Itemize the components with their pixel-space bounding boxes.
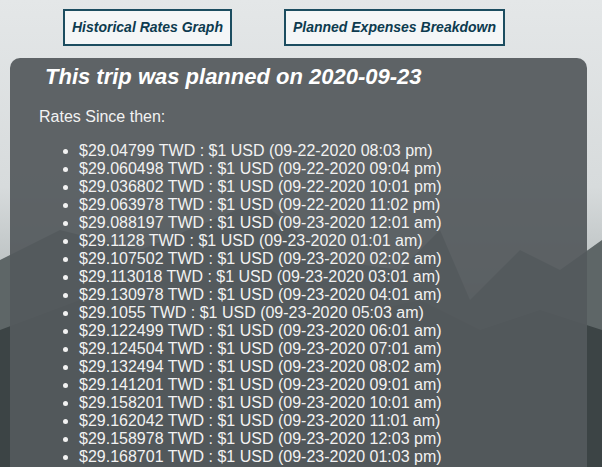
rate-item: $29.1128 TWD : $1 USD (09-23-2020 01:01 … [79,232,577,250]
rate-item: $29.141201 TWD : $1 USD (09-23-2020 09:0… [79,376,577,394]
rate-item: $29.036802 TWD : $1 USD (09-22-2020 10:0… [79,178,577,196]
rate-item: $29.162042 TWD : $1 USD (09-23-2020 11:0… [79,412,577,430]
rate-item: $29.132494 TWD : $1 USD (09-23-2020 08:0… [79,358,577,376]
card-title: This trip was planned on 2020-09-23 [45,63,577,91]
rate-item: $29.124504 TWD : $1 USD (09-23-2020 07:0… [79,340,577,358]
rate-item: $29.088197 TWD : $1 USD (09-23-2020 12:0… [79,214,577,232]
rate-item: $29.158201 TWD : $1 USD (09-23-2020 10:0… [79,394,577,412]
trip-card: This trip was planned on 2020-09-23 Rates… [10,58,587,467]
rate-item: $29.168701 TWD : $1 USD (09-23-2020 01:0… [79,448,577,466]
rate-item: $29.113018 TWD : $1 USD (09-23-2020 03:0… [79,268,577,286]
rate-item: $29.107502 TWD : $1 USD (09-23-2020 02:0… [79,250,577,268]
rates-label: Rates Since then: [39,108,577,126]
rate-item: $29.158978 TWD : $1 USD (09-23-2020 12:0… [79,430,577,448]
rate-item: $29.1055 TWD : $1 USD (09-23-2020 05:03 … [79,304,577,322]
rates-list: $29.04799 TWD : $1 USD (09-22-2020 08:03… [39,142,577,466]
planned-expenses-button[interactable]: Planned Expenses Breakdown [284,9,505,46]
rate-item: $29.122499 TWD : $1 USD (09-23-2020 06:0… [79,322,577,340]
rate-item: $29.060498 TWD : $1 USD (09-22-2020 09:0… [79,160,577,178]
rate-item: $29.130978 TWD : $1 USD (09-23-2020 04:0… [79,286,577,304]
rate-item: $29.04799 TWD : $1 USD (09-22-2020 08:03… [79,142,577,160]
historical-rates-button[interactable]: Historical Rates Graph [63,9,232,46]
button-bar: Historical Rates Graph Planned Expenses B… [63,9,602,46]
rate-item: $29.063978 TWD : $1 USD (09-22-2020 11:0… [79,196,577,214]
